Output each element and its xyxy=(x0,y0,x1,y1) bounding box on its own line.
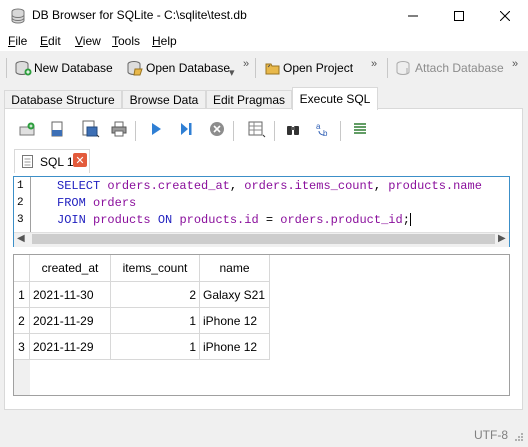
resize-grip-icon[interactable] xyxy=(512,432,524,447)
table-cell-items-count[interactable]: 2 xyxy=(111,282,200,308)
row-header[interactable]: 1 xyxy=(14,282,30,308)
sql-file-icon xyxy=(22,155,34,172)
maximize-button[interactable] xyxy=(436,0,482,31)
code-line-3: JOIN products ON products.id = orders.pr… xyxy=(57,213,411,227)
comment-lines-icon xyxy=(354,123,366,134)
close-icon xyxy=(500,10,510,21)
grid-empty-area xyxy=(14,360,30,395)
svg-text:b: b xyxy=(323,129,328,137)
stop-execution-button[interactable] xyxy=(206,119,228,139)
open-project-icon xyxy=(265,63,280,75)
tab-edit-pragmas[interactable]: Edit Pragmas xyxy=(206,90,292,109)
save-sql-file-icon xyxy=(82,120,100,138)
menu-help[interactable]: Help xyxy=(152,34,177,48)
main-toolbar: New Database Open Database ▾ » Open Proj… xyxy=(0,52,528,84)
row-header[interactable]: 2 xyxy=(14,308,30,334)
close-window-button[interactable] xyxy=(482,0,528,31)
column-header-name[interactable]: name xyxy=(200,255,270,282)
find-replace-button[interactable]: ab xyxy=(313,119,335,139)
table-cell-name[interactable]: Galaxy S21 xyxy=(200,282,270,308)
window-title: DB Browser for SQLite - C:\sqlite\test.d… xyxy=(32,8,247,22)
find-button[interactable] xyxy=(282,119,304,139)
minimize-icon xyxy=(408,15,418,16)
open-project-button[interactable]: Open Project xyxy=(263,56,353,80)
row-header[interactable]: 3 xyxy=(14,334,30,360)
open-database-button[interactable]: Open Database xyxy=(126,56,230,80)
minimize-button[interactable] xyxy=(390,0,436,31)
scroll-right-icon[interactable]: ▶ xyxy=(498,233,506,244)
line-number: 3 xyxy=(17,214,24,226)
maximize-icon xyxy=(454,10,464,21)
line-number: 1 xyxy=(17,180,24,192)
open-tab-icon xyxy=(19,122,35,136)
open-sql-file-icon xyxy=(51,121,63,137)
save-results-button[interactable] xyxy=(244,119,270,139)
open-database-icon xyxy=(127,61,143,76)
toolbar-overflow-icon[interactable]: » xyxy=(243,58,249,70)
table-cell-name[interactable]: iPhone 12 xyxy=(200,334,270,360)
play-line-icon xyxy=(181,123,192,135)
save-results-icon xyxy=(248,121,266,138)
code-line-2: FROM orders xyxy=(57,196,137,210)
table-cell-created-at[interactable]: 2021-11-30 xyxy=(30,282,111,308)
code-line-1: SELECT orders.created_at, orders.items_c… xyxy=(57,179,482,193)
binoculars-icon xyxy=(287,126,299,135)
line-number: 2 xyxy=(17,197,24,209)
tab-execute-sql[interactable]: Execute SQL xyxy=(292,87,378,110)
new-database-icon xyxy=(15,61,32,76)
attach-database-icon xyxy=(396,61,410,76)
close-sql-tab-icon[interactable]: ✕ xyxy=(73,153,87,167)
save-sql-file-button[interactable] xyxy=(78,119,104,139)
column-header-created-at[interactable]: created_at xyxy=(30,255,111,282)
menu-edit[interactable]: Edit xyxy=(40,34,61,48)
attach-database-button[interactable]: Attach Database xyxy=(395,56,504,80)
table-cell-created-at[interactable]: 2021-11-29 xyxy=(30,334,111,360)
print-button[interactable] xyxy=(108,119,130,139)
main-tab-strip: Database Structure Browse Data Edit Prag… xyxy=(0,87,528,110)
menu-bar: File Edit View Tools Help xyxy=(0,31,528,51)
grid-corner[interactable] xyxy=(14,255,30,282)
open-database-dropdown-icon[interactable]: ▾ xyxy=(229,66,235,79)
new-database-button[interactable]: New Database xyxy=(14,56,113,80)
open-tab-button[interactable] xyxy=(16,119,38,139)
table-cell-name[interactable]: iPhone 12 xyxy=(200,308,270,334)
play-icon xyxy=(152,123,161,135)
find-replace-icon: ab xyxy=(316,122,328,137)
execute-current-line-button[interactable] xyxy=(175,119,197,139)
toolbar-overflow-2-icon[interactable]: » xyxy=(371,58,377,70)
menu-tools[interactable]: Tools xyxy=(112,34,140,48)
table-cell-items-count[interactable]: 1 xyxy=(111,334,200,360)
table-cell-items-count[interactable]: 1 xyxy=(111,308,200,334)
menu-view[interactable]: View xyxy=(75,34,101,48)
tab-browse-data[interactable]: Browse Data xyxy=(122,90,206,109)
scroll-left-icon[interactable]: ◀ xyxy=(17,233,25,244)
stop-icon xyxy=(210,122,224,136)
table-cell-created-at[interactable]: 2021-11-29 xyxy=(30,308,111,334)
comment-lines-button[interactable] xyxy=(349,119,371,139)
svg-text:a: a xyxy=(316,122,321,131)
execute-all-button[interactable] xyxy=(145,119,167,139)
open-sql-file-button[interactable] xyxy=(46,119,68,139)
print-icon xyxy=(111,121,127,137)
scrollbar-thumb[interactable] xyxy=(32,234,495,244)
encoding-label: UTF-8 xyxy=(474,428,508,442)
app-database-icon xyxy=(10,8,26,24)
text-cursor xyxy=(409,213,411,227)
sql-tab-label: SQL 1 xyxy=(40,155,74,169)
tab-database-structure[interactable]: Database Structure xyxy=(4,90,122,109)
menu-file[interactable]: File xyxy=(8,34,27,48)
status-bar xyxy=(0,424,528,447)
toolbar-overflow-3-icon[interactable]: » xyxy=(512,58,518,70)
column-header-items-count[interactable]: items_count xyxy=(111,255,200,282)
